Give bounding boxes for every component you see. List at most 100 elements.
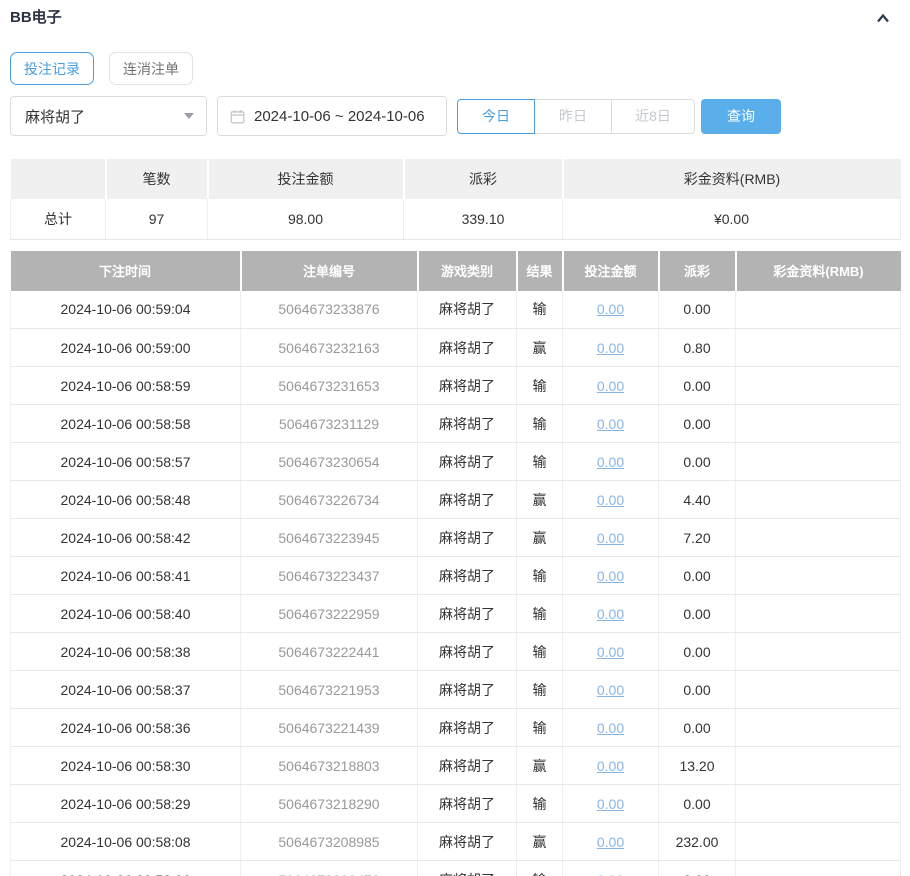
summary-header-3: 派彩 [404,159,563,199]
cell-game-type: 麻将胡了 [418,785,517,823]
bet-amount-link[interactable]: 0.00 [597,720,624,736]
table-row: 2024-10-06 00:58:595064673231653麻将胡了输0.0… [11,367,901,405]
cell-order-no: 5064673208476 [241,861,418,876]
cell-bonus [736,481,901,519]
cell-order-no: 5064673233876 [241,291,418,329]
cell-bet-amount: 0.00 [563,785,659,823]
cell-game-type: 麻将胡了 [418,709,517,747]
records-header-1: 注单编号 [241,251,418,291]
cell-result: 输 [517,405,563,443]
cell-payout: 7.20 [659,519,736,557]
bet-amount-link[interactable]: 0.00 [597,568,624,584]
cell-order-no: 5064673222959 [241,595,418,633]
cell-game-type: 麻将胡了 [418,443,517,481]
records-header-4: 投注金额 [563,251,659,291]
table-row: 2024-10-06 00:58:295064673218290麻将胡了输0.0… [11,785,901,823]
bet-amount-link[interactable]: 0.00 [597,644,624,660]
table-row: 2024-10-06 00:58:405064673222959麻将胡了输0.0… [11,595,901,633]
cell-bet-time: 2024-10-06 00:58:59 [11,367,241,405]
cell-bonus [736,443,901,481]
bet-amount-link[interactable]: 0.00 [597,492,624,508]
cell-bonus [736,671,901,709]
table-row: 2024-10-06 00:58:065064673208476麻将胡了输0.0… [11,861,901,876]
table-row: 2024-10-06 00:58:385064673222441麻将胡了输0.0… [11,633,901,671]
quick-button-last-8-days[interactable]: 近8日 [611,99,695,134]
date-range-input[interactable]: 2024-10-06 ~ 2024-10-06 [217,96,447,136]
quick-button-today[interactable]: 今日 [457,99,535,134]
cell-game-type: 麻将胡了 [418,747,517,785]
bet-amount-link[interactable]: 0.00 [597,301,624,317]
cell-bet-amount: 0.00 [563,595,659,633]
tab-betting-records[interactable]: 投注记录 [10,52,94,85]
bet-amount-link[interactable]: 0.00 [597,416,624,432]
bet-amount-link[interactable]: 0.00 [597,454,624,470]
cell-bet-amount: 0.00 [563,443,659,481]
cell-bet-amount: 0.00 [563,747,659,785]
quick-button-yesterday[interactable]: 昨日 [534,99,612,134]
collapse-button[interactable] [874,10,892,29]
cell-payout: 232.00 [659,823,736,861]
bet-amount-link[interactable]: 0.00 [597,796,624,812]
bet-amount-link[interactable]: 0.00 [597,682,624,698]
cell-game-type: 麻将胡了 [418,671,517,709]
cell-bonus [736,291,901,329]
cell-bet-time: 2024-10-06 00:58:36 [11,709,241,747]
cell-bonus [736,329,901,367]
cell-payout: 0.00 [659,633,736,671]
bet-amount-link[interactable]: 0.00 [597,872,624,876]
cell-game-type: 麻将胡了 [418,291,517,329]
bet-amount-link[interactable]: 0.00 [597,340,624,356]
cell-bet-time: 2024-10-06 00:58:37 [11,671,241,709]
bet-amount-link[interactable]: 0.00 [597,834,624,850]
table-row: 2024-10-06 00:58:575064673230654麻将胡了输0.0… [11,443,901,481]
search-button[interactable]: 查询 [701,99,781,134]
summary-header-2: 投注金额 [208,159,404,199]
cell-bonus [736,785,901,823]
cell-bet-time: 2024-10-06 00:58:30 [11,747,241,785]
cell-result: 赢 [517,329,563,367]
summary-payout: 339.10 [404,199,563,239]
cell-bonus [736,709,901,747]
tab-cancelled-orders[interactable]: 连消注单 [109,52,193,85]
records-header-2: 游戏类别 [418,251,517,291]
cell-order-no: 5064673231653 [241,367,418,405]
cell-order-no: 5064673221439 [241,709,418,747]
table-row: 2024-10-06 00:58:415064673223437麻将胡了输0.0… [11,557,901,595]
table-row: 2024-10-06 00:58:485064673226734麻将胡了赢0.0… [11,481,901,519]
bet-amount-link[interactable]: 0.00 [597,378,624,394]
cell-result: 输 [517,709,563,747]
cell-bet-amount: 0.00 [563,329,659,367]
cell-result: 赢 [517,823,563,861]
cell-order-no: 5064673223437 [241,557,418,595]
page-title: BB电子 [10,9,62,27]
cell-bet-time: 2024-10-06 00:58:06 [11,861,241,876]
bet-amount-link[interactable]: 0.00 [597,606,624,622]
cell-bet-time: 2024-10-06 00:58:42 [11,519,241,557]
game-select[interactable]: 麻将胡了 [10,96,207,136]
chevron-up-icon [874,14,892,29]
cell-payout: 0.00 [659,405,736,443]
cell-order-no: 5064673230654 [241,443,418,481]
cell-payout: 0.00 [659,595,736,633]
cell-payout: 4.40 [659,481,736,519]
summary-bonus: ¥0.00 [563,199,901,239]
cell-bet-time: 2024-10-06 00:58:48 [11,481,241,519]
cell-game-type: 麻将胡了 [418,481,517,519]
cell-result: 输 [517,861,563,876]
cell-bet-time: 2024-10-06 00:58:58 [11,405,241,443]
cell-bet-time: 2024-10-06 00:58:38 [11,633,241,671]
bet-amount-link[interactable]: 0.00 [597,530,624,546]
cell-result: 输 [517,443,563,481]
table-row: 2024-10-06 00:58:365064673221439麻将胡了输 0.0… [11,709,901,747]
cell-game-type: 麻将胡了 [418,595,517,633]
cell-bonus [736,405,901,443]
cell-payout: 13.20 [659,747,736,785]
cell-bet-time: 2024-10-06 00:59:04 [11,291,241,329]
cell-game-type: 麻将胡了 [418,519,517,557]
summary-table: 笔数投注金额派彩彩金资料(RMB) 总计9798.00339.10¥0.00 [10,159,901,240]
bet-amount-link[interactable]: 0.00 [597,758,624,774]
calendar-icon [230,109,245,124]
cell-order-no: 5064673231129 [241,405,418,443]
table-row: 2024-10-06 00:58:375064673221953麻将胡了输0.0… [11,671,901,709]
cell-result: 输 [517,367,563,405]
